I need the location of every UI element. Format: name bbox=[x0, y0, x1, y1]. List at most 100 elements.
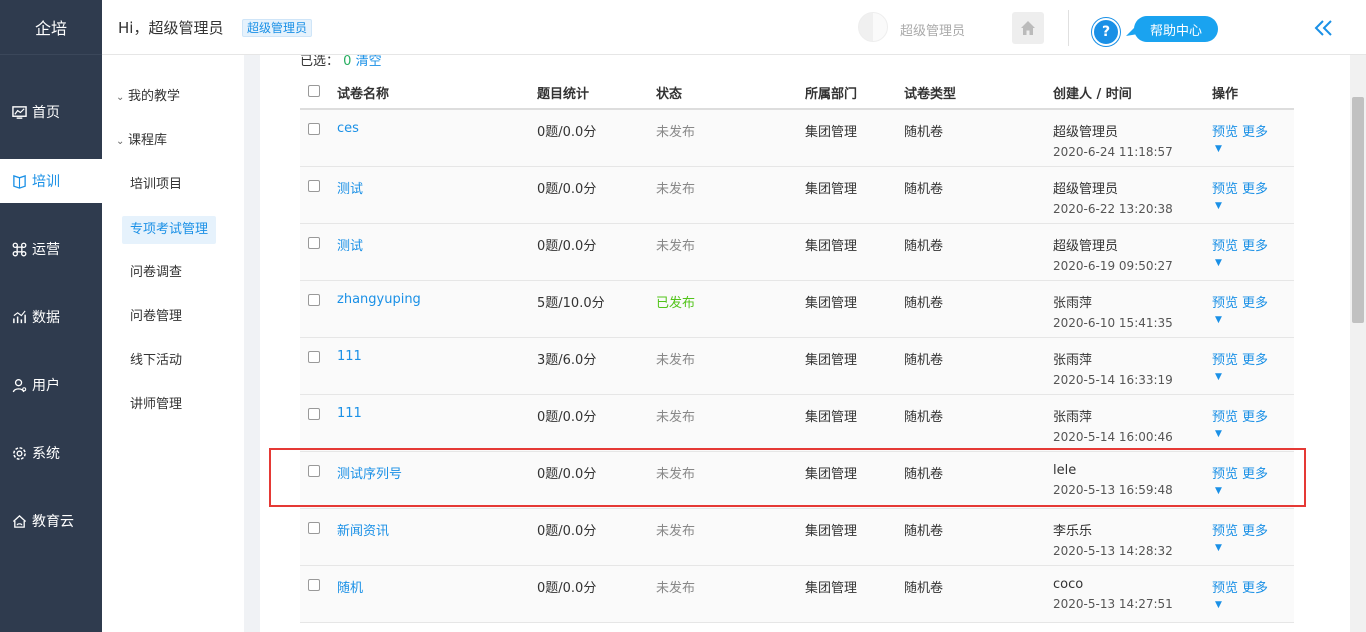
creator-name: lele bbox=[1053, 462, 1077, 478]
caret-down-icon[interactable]: ▼ bbox=[1215, 486, 1294, 496]
sub-menu: ⌄ 我的教学 ⌄ 课程库 培训项目 专项考试管理 问卷调查 问卷管理 线下活动 讲师… bbox=[102, 55, 244, 632]
caret-down-icon[interactable]: ▼ bbox=[1215, 144, 1294, 154]
submenu-group-course-library[interactable]: ⌄ 课程库 bbox=[116, 127, 167, 155]
caret-down-icon[interactable]: ▼ bbox=[1215, 429, 1294, 439]
preview-link[interactable]: 预览 bbox=[1212, 182, 1238, 197]
creator-name: coco bbox=[1053, 576, 1084, 592]
table-row: 111 0题/0.0分 未发布 集团管理 随机卷 张雨萍 2020-5-14 16… bbox=[300, 394, 1294, 452]
clear-selection-link[interactable]: 清空 bbox=[356, 55, 382, 69]
row-checkbox[interactable] bbox=[308, 123, 320, 135]
exam-name-link[interactable]: 111 bbox=[337, 349, 362, 364]
chart-icon bbox=[11, 309, 27, 325]
avatar[interactable] bbox=[858, 12, 888, 42]
more-link[interactable]: 更多 bbox=[1242, 581, 1268, 596]
selection-count: 0 bbox=[343, 55, 352, 69]
submenu-item-offline-activity[interactable]: 线下活动 bbox=[130, 347, 182, 375]
exam-type-text: 随机卷 bbox=[904, 125, 944, 140]
caret-down-icon[interactable]: ▼ bbox=[1215, 315, 1294, 325]
question-stats: 0题/0.0分 bbox=[537, 409, 597, 425]
submenu-group-my-teaching[interactable]: ⌄ 我的教学 bbox=[116, 83, 180, 111]
home-button[interactable] bbox=[1012, 12, 1044, 44]
select-all-checkbox[interactable] bbox=[308, 84, 320, 97]
nav-item-operations[interactable]: 运营 bbox=[0, 227, 102, 271]
preview-link[interactable]: 预览 bbox=[1212, 467, 1238, 482]
preview-link[interactable]: 预览 bbox=[1212, 125, 1238, 140]
column-header: 所属部门 bbox=[805, 77, 904, 110]
exam-name-link[interactable]: 随机 bbox=[337, 581, 363, 596]
caret-down-icon[interactable]: ▼ bbox=[1215, 201, 1294, 211]
submenu-item-survey[interactable]: 问卷调查 bbox=[130, 259, 182, 287]
nav-item-users[interactable]: 用户 bbox=[0, 363, 102, 407]
created-time: 2020-6-10 15:41:35 bbox=[1053, 315, 1173, 330]
row-checkbox[interactable] bbox=[308, 464, 320, 477]
question-stats: 0题/0.0分 bbox=[537, 181, 597, 197]
table-row: 111 3题/6.0分 未发布 集团管理 随机卷 张雨萍 2020-5-14 16… bbox=[300, 337, 1294, 395]
scrollbar-thumb[interactable] bbox=[1352, 97, 1364, 323]
exam-name-link[interactable]: 新闻资讯 bbox=[337, 524, 389, 539]
more-link[interactable]: 更多 bbox=[1242, 524, 1268, 539]
nav-item-home[interactable]: 首页 bbox=[0, 90, 102, 134]
preview-link[interactable]: 预览 bbox=[1212, 410, 1238, 425]
row-checkbox[interactable] bbox=[308, 236, 320, 249]
more-link[interactable]: 更多 bbox=[1242, 239, 1268, 254]
user-icon bbox=[11, 377, 27, 393]
exam-name-link[interactable]: ces bbox=[337, 121, 359, 136]
preview-link[interactable]: 预览 bbox=[1212, 524, 1238, 539]
exam-type-text: 随机卷 bbox=[904, 409, 944, 425]
nav-label: 培训 bbox=[32, 174, 60, 190]
command-icon bbox=[11, 241, 27, 257]
submenu-item-lecturer[interactable]: 讲师管理 bbox=[130, 391, 182, 419]
row-checkbox[interactable] bbox=[308, 179, 320, 192]
more-link[interactable]: 更多 bbox=[1242, 125, 1268, 140]
caret-down-icon[interactable]: ▼ bbox=[1215, 543, 1294, 553]
preview-link[interactable]: 预览 bbox=[1212, 239, 1238, 254]
chevron-down-icon: ⌄ bbox=[116, 92, 125, 103]
nav-item-data[interactable]: 数据 bbox=[0, 295, 102, 339]
exam-name-link[interactable]: 111 bbox=[337, 406, 362, 421]
brand-logo: 企培 bbox=[0, 0, 102, 55]
submenu-item-exam-management[interactable]: 专项考试管理 bbox=[122, 216, 217, 244]
submenu-item-training-project[interactable]: 培训项目 bbox=[130, 171, 182, 199]
row-checkbox[interactable] bbox=[308, 521, 320, 534]
more-link[interactable]: 更多 bbox=[1242, 296, 1268, 311]
more-link[interactable]: 更多 bbox=[1242, 353, 1268, 368]
exam-name-link[interactable]: zhangyuping bbox=[337, 292, 421, 307]
exam-name-link[interactable]: 测试序列号 bbox=[337, 467, 402, 482]
table-row: 测试 0题/0.0分 未发布 集团管理 随机卷 超级管理员 2020-6-19 0… bbox=[300, 223, 1294, 281]
department-text: 集团管理 bbox=[805, 580, 858, 596]
more-link[interactable]: 更多 bbox=[1242, 410, 1268, 425]
double-chevron-left-icon bbox=[1314, 20, 1332, 36]
department-text: 集团管理 bbox=[805, 352, 858, 368]
row-checkbox[interactable] bbox=[308, 350, 320, 363]
row-checkbox[interactable] bbox=[308, 293, 320, 306]
exam-type-text: 随机卷 bbox=[904, 352, 944, 368]
nav-label: 教育云 bbox=[32, 514, 74, 530]
nav-item-system[interactable]: 系统 bbox=[0, 431, 102, 475]
collapse-sidebar-button[interactable] bbox=[1310, 14, 1338, 42]
selection-bar: 已选： 0 清空 bbox=[300, 55, 382, 71]
creator-name: 张雨萍 bbox=[1053, 352, 1093, 368]
caret-down-icon[interactable]: ▼ bbox=[1215, 258, 1294, 268]
nav-item-edu-cloud[interactable]: 教育云 bbox=[0, 499, 102, 543]
header-user-name[interactable]: 超级管理员 bbox=[900, 20, 965, 39]
nav-label: 运营 bbox=[32, 242, 60, 258]
row-checkbox[interactable] bbox=[308, 578, 320, 591]
exam-name-link[interactable]: 测试 bbox=[337, 182, 363, 197]
department-text: 集团管理 bbox=[805, 409, 858, 425]
preview-link[interactable]: 预览 bbox=[1212, 353, 1238, 368]
status-text: 已发布 bbox=[656, 295, 696, 311]
preview-link[interactable]: 预览 bbox=[1212, 581, 1238, 596]
row-checkbox[interactable] bbox=[308, 407, 320, 420]
preview-link[interactable]: 预览 bbox=[1212, 296, 1238, 311]
nav-item-training[interactable]: 培训 bbox=[0, 159, 102, 203]
caret-down-icon[interactable]: ▼ bbox=[1215, 372, 1294, 382]
exam-name-link[interactable]: 测试 bbox=[337, 239, 363, 254]
submenu-item-questionnaire[interactable]: 问卷管理 bbox=[130, 303, 182, 331]
caret-down-icon[interactable]: ▼ bbox=[1215, 600, 1294, 610]
exam-table: 试卷名称 题目统计 状态 所属部门 试卷类型 创建人 / 时间 操作 ces 0… bbox=[300, 77, 1294, 623]
more-link[interactable]: 更多 bbox=[1242, 182, 1268, 197]
more-link[interactable]: 更多 bbox=[1242, 467, 1268, 482]
status-text: 未发布 bbox=[656, 523, 696, 539]
help-question-icon: ? bbox=[1092, 18, 1120, 46]
nav-label: 数据 bbox=[32, 310, 60, 326]
